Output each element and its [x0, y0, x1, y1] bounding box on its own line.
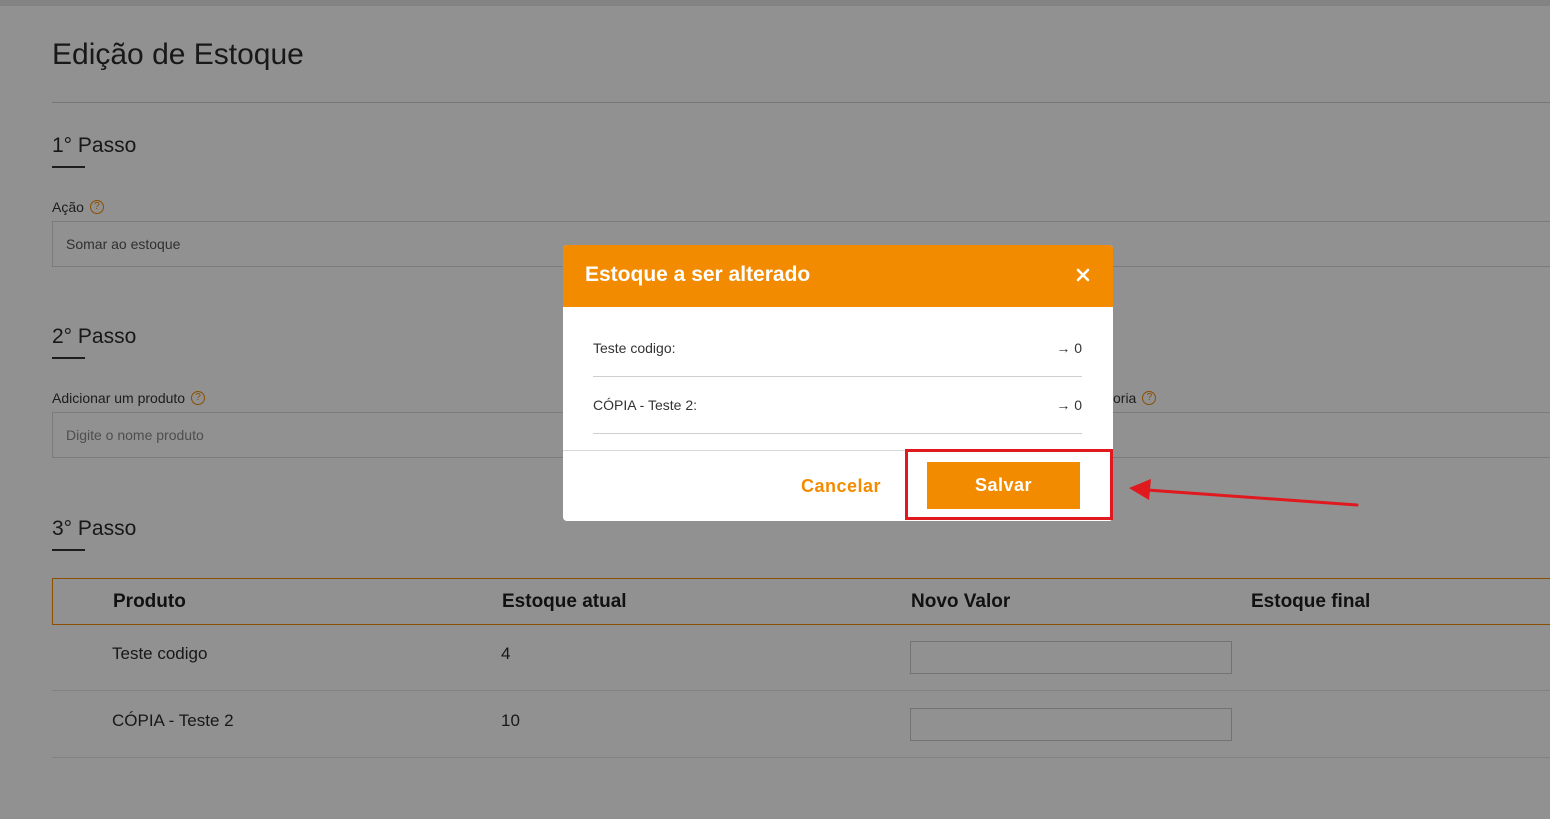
arrow-left-icon — [1129, 479, 1359, 507]
modal-item: Teste codigo: → 0 — [593, 320, 1082, 377]
modal-header: Estoque a ser alterado — [563, 245, 1113, 307]
modal-item-label: Teste codigo: — [593, 340, 676, 356]
modal-item-value: → 0 — [1056, 397, 1082, 413]
annotation-highlight-box — [905, 449, 1113, 520]
modal-item-value: → 0 — [1056, 340, 1082, 356]
cancel-button[interactable]: Cancelar — [791, 469, 891, 503]
close-icon[interactable] — [1072, 264, 1094, 286]
modal-item-label: CÓPIA - Teste 2: — [593, 397, 698, 413]
modal-item: CÓPIA - Teste 2: → 0 — [593, 377, 1082, 434]
close-icon-graphic — [1076, 268, 1090, 282]
modal-title: Estoque a ser alterado — [585, 263, 811, 286]
